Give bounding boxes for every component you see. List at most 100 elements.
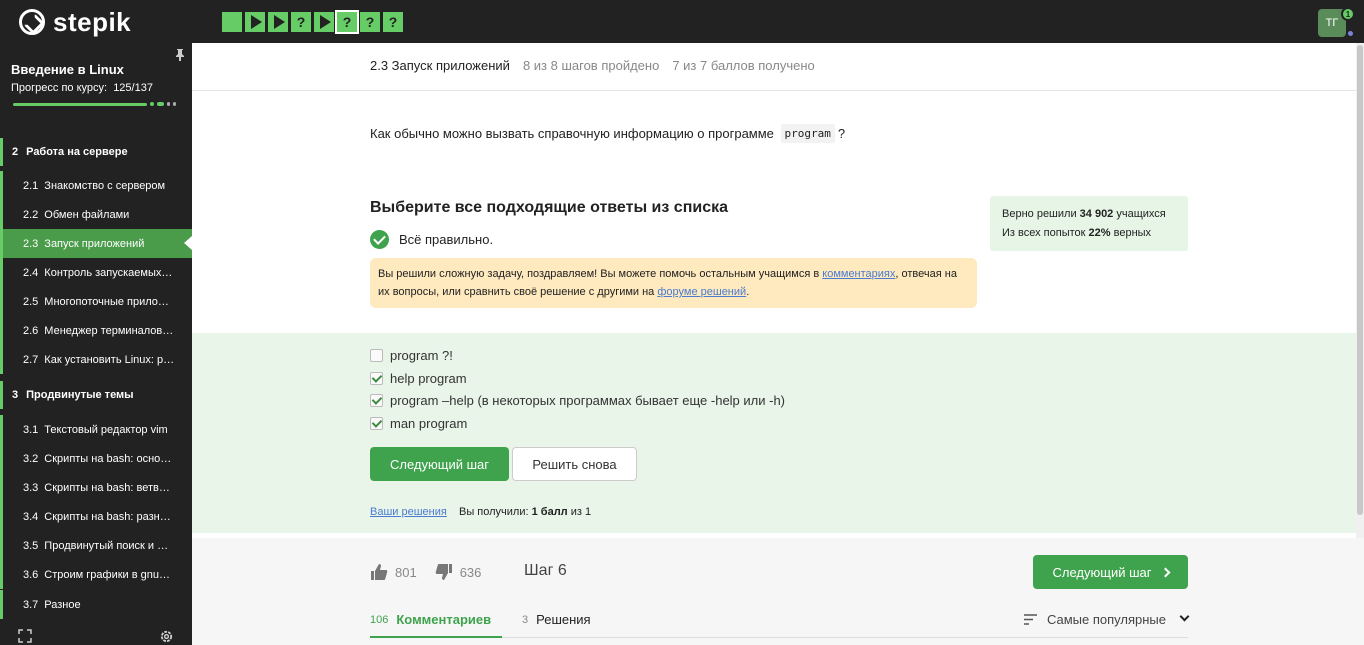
lesson-3-5[interactable]: 3.5 Продвинутый поиск и … bbox=[0, 531, 192, 560]
lesson-3-3[interactable]: 3.3 Скрипты на bash: ветв… bbox=[0, 473, 192, 502]
step-navigation: ? ? ? ? bbox=[222, 10, 403, 34]
solutions-forum-link[interactable]: форуме решений bbox=[657, 286, 746, 298]
option-label: man program bbox=[390, 416, 468, 431]
footer-next-step-button[interactable]: Следующий шаг bbox=[1033, 555, 1188, 589]
sort-icon bbox=[1023, 614, 1037, 625]
course-title[interactable]: Введение в Linux bbox=[11, 62, 124, 77]
next-step-button[interactable]: Следующий шаг bbox=[370, 447, 509, 481]
tab-solutions[interactable]: 3 Решения bbox=[522, 612, 591, 638]
step-1-text[interactable] bbox=[222, 12, 242, 32]
notice-text: Вы решили сложную задачу, поздравляем! В… bbox=[378, 268, 823, 280]
logo-text: stepik bbox=[53, 7, 132, 37]
top-bar: stepik ? ? ? ? ТГ 1 bbox=[0, 0, 1364, 43]
notice-text: . bbox=[746, 286, 750, 298]
option-label: program –help (в некоторых программах бы… bbox=[390, 393, 786, 408]
step-7-quiz[interactable]: ? bbox=[360, 12, 380, 32]
option-4[interactable]: man program bbox=[370, 416, 467, 431]
step-label: Шаг 6 bbox=[524, 562, 567, 579]
your-solutions-link[interactable]: Ваши решения bbox=[370, 506, 447, 518]
lesson-3-6[interactable]: 3.6 Строим графики в gnu… bbox=[0, 560, 192, 589]
lesson-header: 2.3 Запуск приложений 8 из 8 шагов пройд… bbox=[370, 58, 815, 73]
pin-icon[interactable] bbox=[175, 49, 185, 61]
lesson-3-4[interactable]: 3.4 Скрипты на bash: разн… bbox=[0, 502, 192, 531]
lesson-title: Текстовый редактор vim bbox=[44, 423, 168, 436]
question-text: Как обычно можно вызвать справочную инфо… bbox=[370, 124, 845, 143]
lesson-3-7[interactable]: 3.7 Разное bbox=[0, 590, 192, 619]
question-icon: ? bbox=[365, 14, 375, 30]
progress-bar bbox=[13, 103, 147, 106]
attempts-percent: 22% bbox=[1088, 227, 1111, 239]
section-title: Работа на сервере bbox=[26, 146, 128, 158]
lesson-number: 2.3 bbox=[23, 237, 39, 250]
section-2-heading[interactable]: 2 Работа на сервере bbox=[0, 138, 192, 166]
check-circle-icon bbox=[370, 230, 389, 249]
score-line: Вы получили: 1 балл из 1 bbox=[459, 506, 591, 518]
lesson-number: 2.4 bbox=[23, 266, 39, 279]
lesson-number: 2.5 bbox=[23, 295, 39, 308]
thumbs-down-icon[interactable] bbox=[435, 563, 453, 581]
course-progress-text: Прогресс по курсу: 125/137 bbox=[11, 82, 153, 94]
question-mark: ? bbox=[837, 126, 846, 141]
play-icon bbox=[320, 15, 331, 29]
solved-prefix: Верно решили bbox=[1002, 208, 1077, 220]
play-icon bbox=[251, 15, 262, 29]
tab-comments[interactable]: 106 Комментариев bbox=[370, 612, 502, 638]
scrollbar-thumb[interactable] bbox=[1357, 45, 1363, 515]
sort-dropdown[interactable]: Самые популярные bbox=[1023, 611, 1190, 627]
correct-status: Всё правильно. bbox=[370, 230, 493, 249]
fullscreen-icon[interactable] bbox=[18, 629, 32, 643]
lesson-3-2[interactable]: 3.2 Скрипты на bash: осно… bbox=[0, 444, 192, 473]
lesson-2-2[interactable]: 2.2 Обмен файлами bbox=[0, 200, 192, 229]
notification-badge[interactable]: 1 bbox=[1341, 7, 1355, 21]
lesson-2-6[interactable]: 2.6 Менеджер терминалов… bbox=[0, 316, 192, 345]
chevron-right-icon bbox=[1160, 567, 1170, 577]
stepik-logo[interactable]: stepik bbox=[19, 9, 131, 35]
lesson-number: 2.2 bbox=[23, 208, 39, 221]
lesson-2-4[interactable]: 2.4 Контроль запускаемых… bbox=[0, 258, 192, 287]
lesson-3-1[interactable]: 3.1 Текстовый редактор vim bbox=[0, 415, 192, 444]
attempts-suffix: верных bbox=[1113, 227, 1152, 239]
quiz-title: Выберите все подходящие ответы из списка bbox=[370, 199, 728, 216]
step-3-video[interactable] bbox=[268, 12, 288, 32]
retry-button[interactable]: Решить снова bbox=[512, 447, 637, 481]
option-label: help program bbox=[390, 371, 467, 386]
checkbox-checked[interactable] bbox=[370, 417, 383, 430]
score-prefix: Вы получили: bbox=[459, 506, 529, 518]
progress-label: Прогресс по курсу: bbox=[11, 82, 108, 94]
course-sidebar: Введение в Linux Прогресс по курсу: 125/… bbox=[0, 43, 192, 645]
lesson-2-1[interactable]: 2.1 Знакомство с сервером bbox=[0, 171, 192, 200]
lesson-title: Запуск приложений bbox=[44, 237, 145, 250]
option-1[interactable]: program ?! bbox=[370, 348, 453, 363]
solved-count: 34 902 bbox=[1079, 208, 1114, 220]
scrollbar[interactable] bbox=[1356, 43, 1364, 538]
gear-icon[interactable] bbox=[159, 629, 174, 644]
dislikes-count: 636 bbox=[459, 564, 482, 580]
lesson-title: Многопоточные прило… bbox=[44, 295, 169, 308]
progress-value: 125/137 bbox=[113, 82, 153, 94]
question-icon: ? bbox=[296, 14, 306, 30]
lesson-number: 2.6 bbox=[23, 324, 39, 337]
step-8-quiz[interactable]: ? bbox=[383, 12, 403, 32]
thumbs-up-icon[interactable] bbox=[370, 563, 388, 581]
step-5-video[interactable] bbox=[314, 12, 334, 32]
checkbox[interactable] bbox=[370, 349, 383, 362]
section-number: 2 bbox=[12, 146, 19, 158]
score-value: 1 балл bbox=[531, 506, 568, 518]
lesson-2-7[interactable]: 2.7 Как установить Linux: р… bbox=[0, 345, 192, 374]
step-2-video[interactable] bbox=[245, 12, 265, 32]
option-3[interactable]: program –help (в некоторых программах бы… bbox=[370, 393, 785, 408]
section-3-heading[interactable]: 3 Продвинутые темы bbox=[0, 381, 192, 409]
lesson-title: Продвинутый поиск и … bbox=[44, 539, 169, 552]
lesson-2-3-active[interactable]: 2.3 Запуск приложений bbox=[0, 229, 192, 258]
step-6-quiz-current[interactable]: ? bbox=[335, 10, 359, 34]
option-2[interactable]: help program bbox=[370, 371, 467, 386]
checkbox-checked[interactable] bbox=[370, 372, 383, 385]
step-4-quiz[interactable]: ? bbox=[291, 12, 311, 32]
checkbox-checked[interactable] bbox=[370, 394, 383, 407]
comments-link[interactable]: комментариях bbox=[822, 268, 895, 280]
lesson-2-5[interactable]: 2.5 Многопоточные прило… bbox=[0, 287, 192, 316]
lesson-number: 3.1 bbox=[23, 423, 39, 436]
lesson-number: 3.2 bbox=[23, 452, 39, 465]
lesson-name: 2.3 Запуск приложений bbox=[370, 58, 510, 73]
likes-count: 801 bbox=[395, 564, 417, 580]
